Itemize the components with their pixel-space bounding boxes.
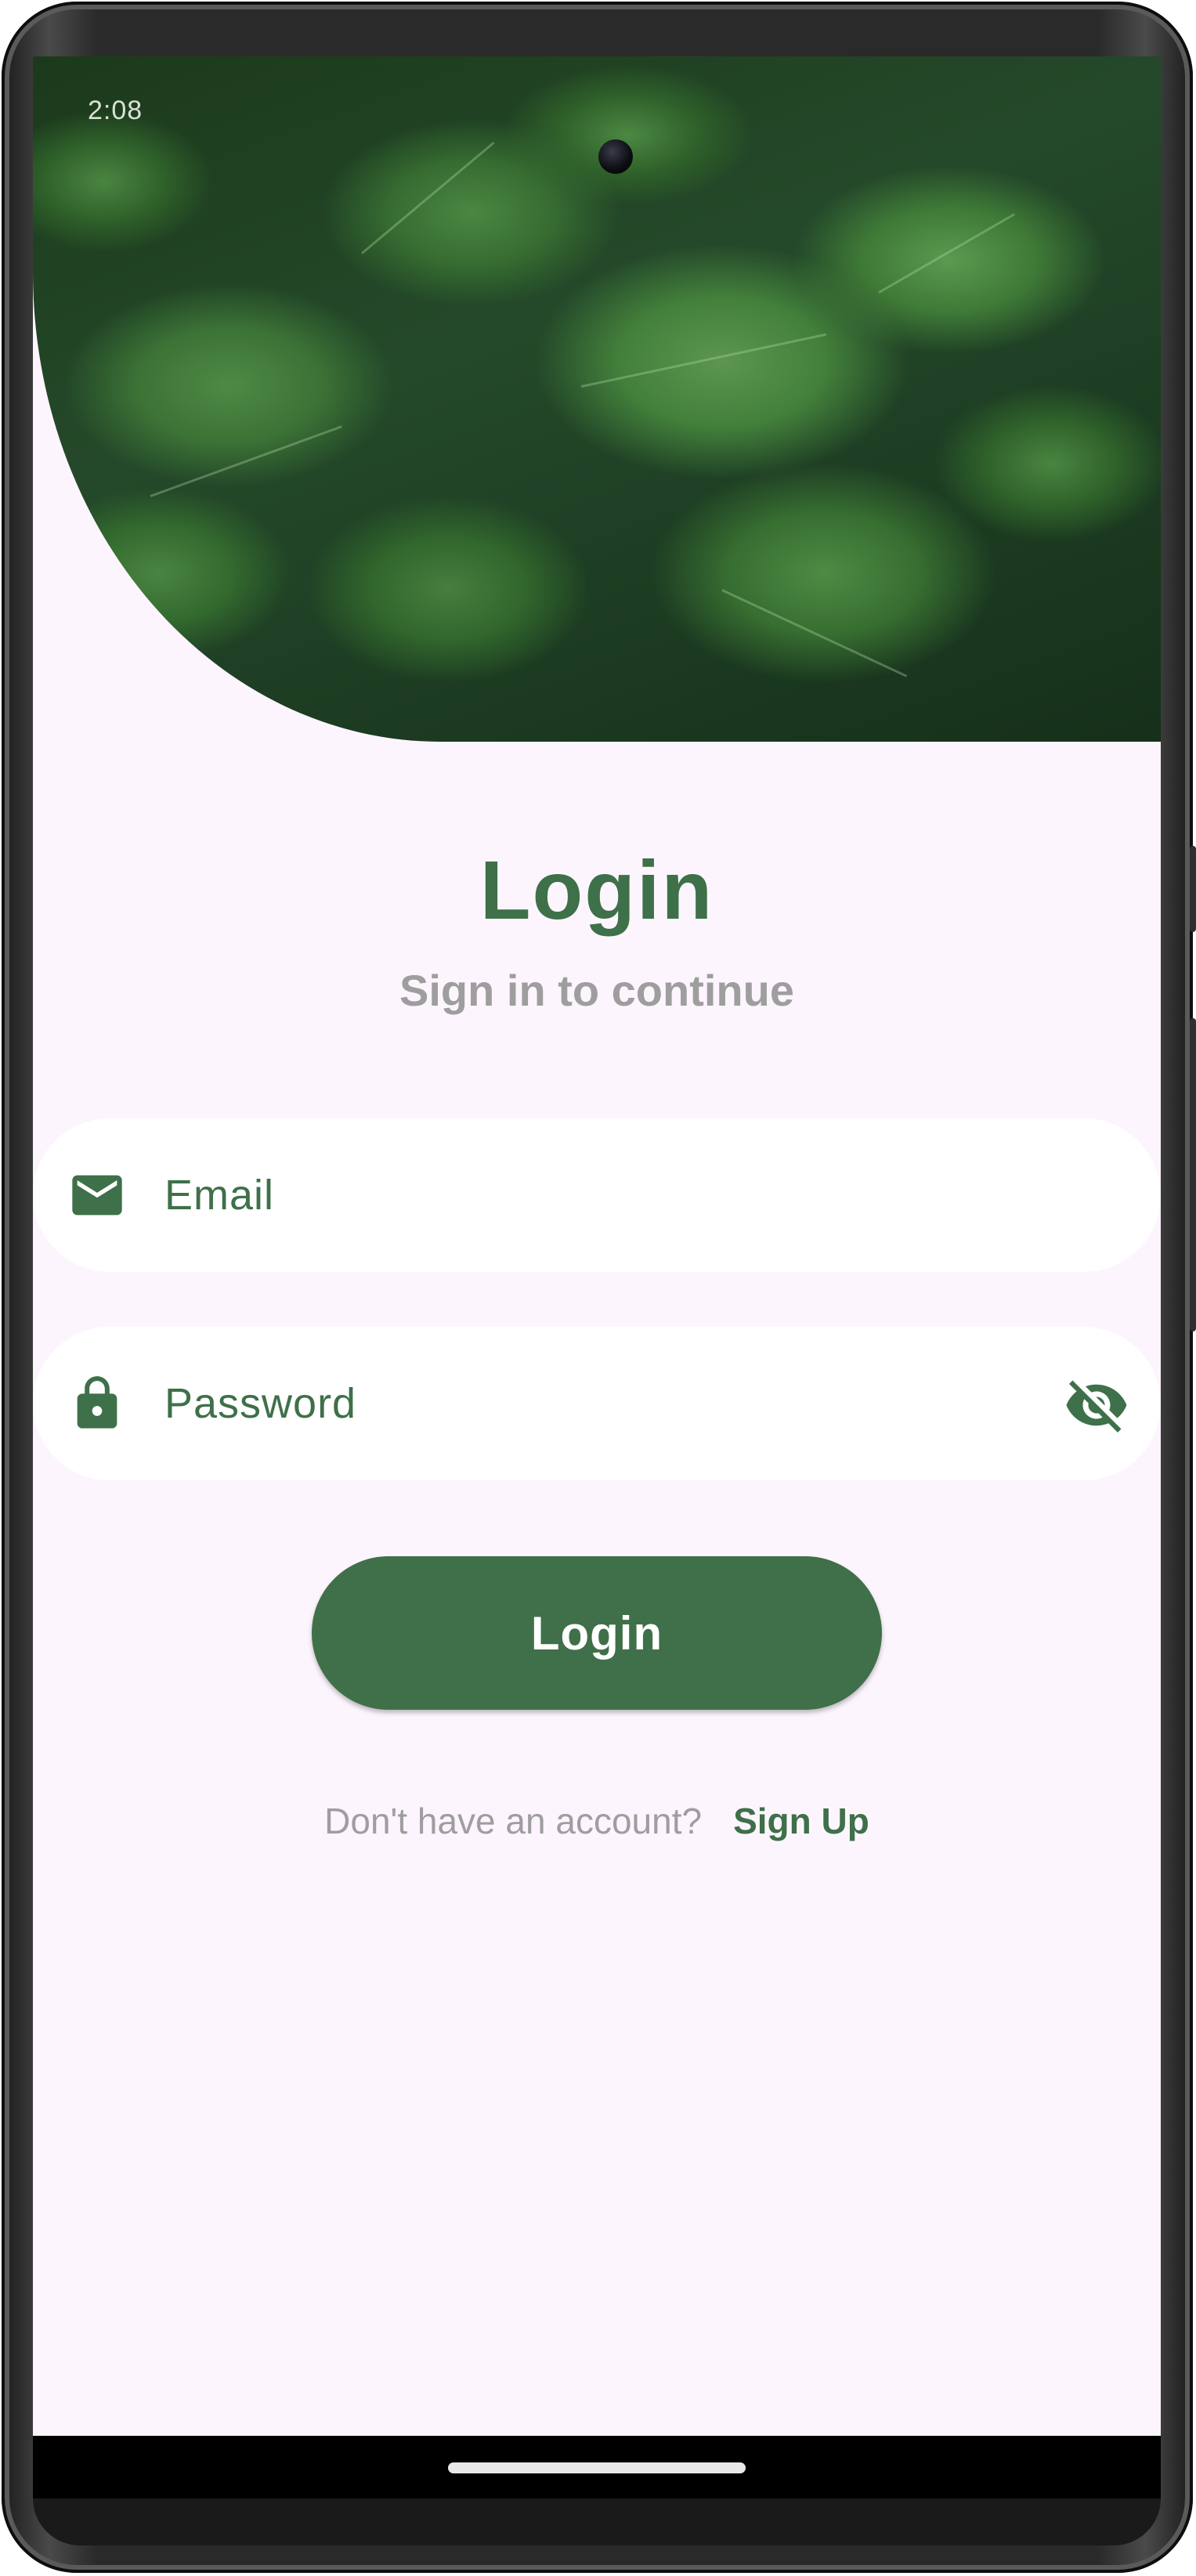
signup-prompt: Don't have an account? [324,1801,703,1841]
password-placeholder: Password [164,1380,357,1427]
login-subtitle: Sign in to continue [399,966,794,1015]
eye-off-icon[interactable] [1064,1372,1129,1438]
login-button[interactable]: Login [312,1556,882,1710]
leaf-vein [150,425,342,497]
email-field[interactable]: Email [33,1118,1161,1272]
lock-icon [77,1376,117,1429]
home-indicator[interactable] [448,2462,746,2473]
phone-chin [33,2498,1161,2545]
leaf-vein [361,141,495,255]
header-leaves-image: 2:08 [33,56,1161,742]
leaf-vein [721,589,908,677]
mail-icon [72,1175,122,1216]
leaf-vein [580,333,827,388]
power-button [1190,1018,1196,1331]
phone-device: 2:08 Login Sign in to continue Email Pas… [0,0,1196,2576]
system-navigation-bar [33,2436,1161,2498]
password-field[interactable]: Password [33,1327,1161,1480]
status-bar-time: 2:08 [88,96,143,125]
app-screen: 2:08 Login Sign in to continue Email Pas… [33,56,1161,2437]
email-placeholder: Email [164,1172,275,1219]
signup-link[interactable]: Sign Up [733,1801,869,1841]
front-camera [598,139,633,174]
signup-row: Don't have an account? Sign Up [33,1800,1161,1842]
leaf-vein [878,213,1015,294]
volume-button [1190,846,1196,932]
login-title: Login [479,844,714,937]
